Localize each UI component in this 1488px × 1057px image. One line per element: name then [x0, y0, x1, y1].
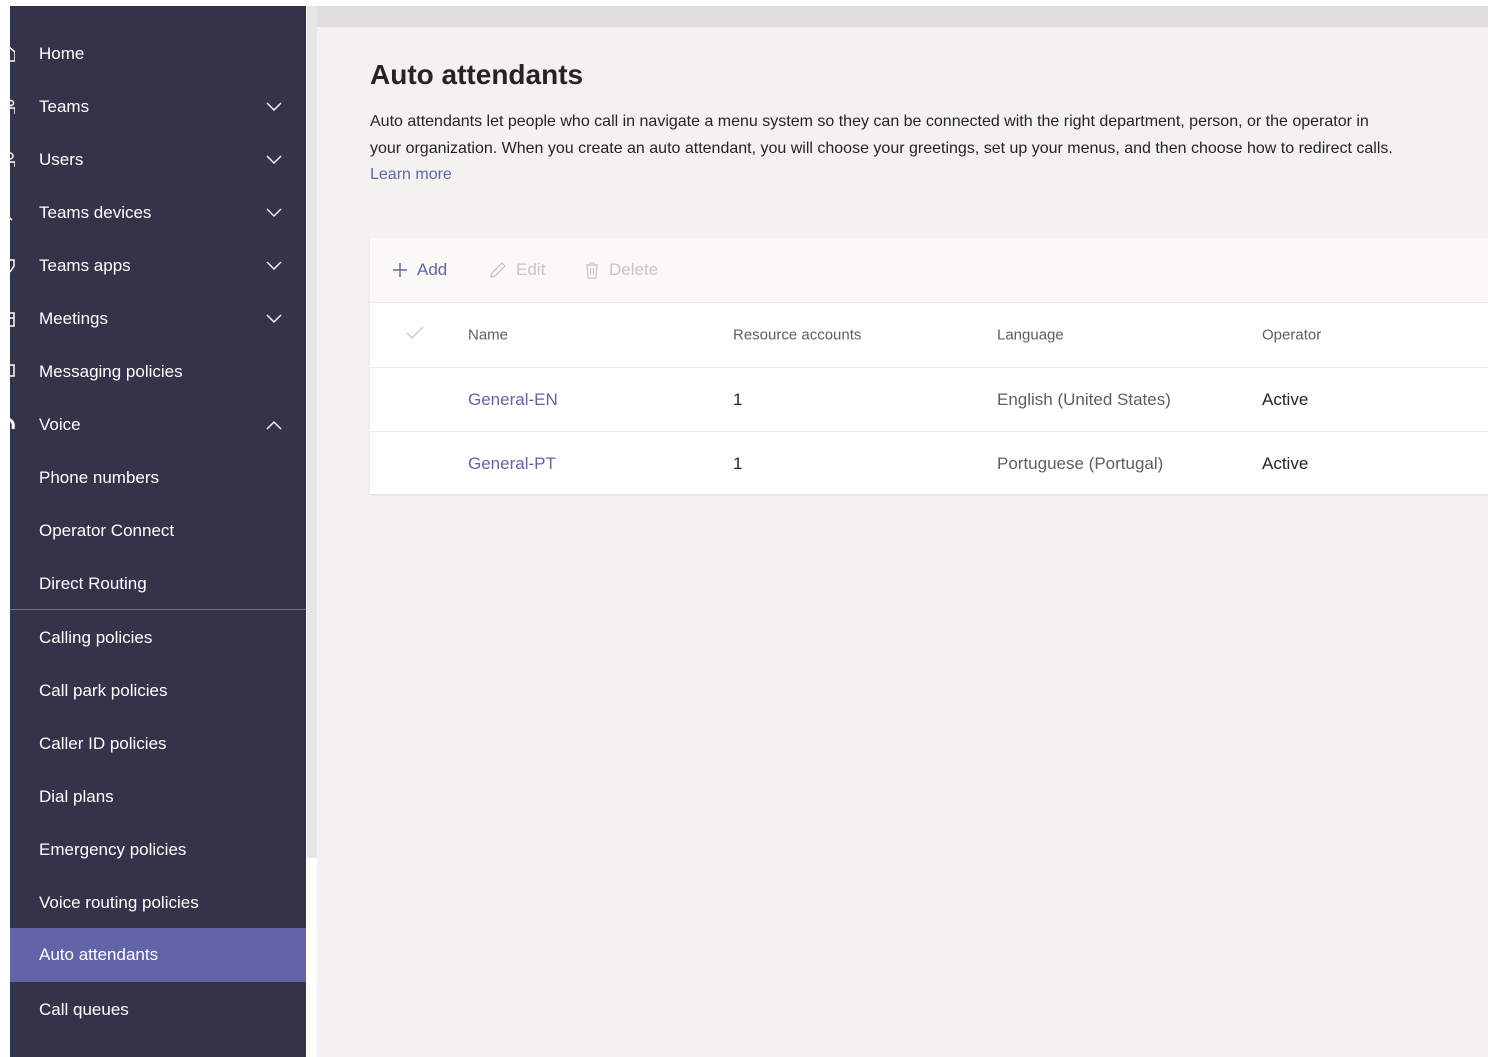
sidebar-item-label: Teams apps — [39, 255, 131, 275]
page-title: Auto attendants — [370, 59, 584, 90]
table-row[interactable]: General-EN 1 English (United States) Act… — [370, 368, 1488, 432]
sidebar-item-teams-apps[interactable]: Teams apps — [10, 239, 306, 292]
sidebar-item-label: Dial plans — [39, 786, 114, 806]
sidebar-item-home[interactable]: Home — [10, 27, 306, 80]
sidebar-item-voice-routing-policies[interactable]: Voice routing policies — [10, 876, 306, 929]
add-label: Add — [417, 260, 448, 279]
calendar-icon — [10, 311, 15, 327]
sidebar-item-label: Operator Connect — [39, 520, 175, 540]
attendant-name-link[interactable]: General-PT — [468, 454, 556, 474]
select-all-checkmark-icon[interactable] — [406, 326, 424, 340]
delete-label: Delete — [609, 260, 659, 279]
page-description: Auto attendants let people who call in n… — [370, 109, 1400, 189]
chevron-down-icon[interactable] — [266, 155, 282, 165]
toolbar: Add Edit Delete — [370, 238, 1488, 303]
sidebar-item-label: Auto attendants — [39, 945, 159, 964]
sidebar-item-label: Call park policies — [39, 680, 168, 700]
sidebar-item-users[interactable]: Users — [10, 133, 306, 186]
delete-button[interactable]: Delete — [584, 258, 658, 282]
chevron-down-icon[interactable] — [266, 208, 282, 218]
main-content: Auto attendants Auto attendants let peop… — [317, 27, 1488, 1057]
table-header: Name Resource accounts Language Operator — [370, 303, 1488, 368]
sidebar-item-meetings[interactable]: Meetings — [10, 292, 306, 345]
sidebar-item-label: Call queues — [39, 999, 129, 1019]
sidebar-item-label: Direct Routing — [39, 573, 147, 593]
operator-cell: Active — [1262, 453, 1309, 473]
learn-more-link[interactable]: Learn more — [370, 166, 452, 183]
chat-icon — [10, 363, 15, 377]
add-button[interactable]: Add — [392, 258, 447, 282]
sidebar-item-direct-routing[interactable]: Direct Routing — [10, 557, 306, 610]
edit-button[interactable]: Edit — [489, 258, 545, 282]
sidebar-item-label: Phone numbers — [39, 467, 160, 487]
home-icon — [10, 46, 15, 62]
sidebar-item-phone-numbers[interactable]: Phone numbers — [10, 451, 306, 504]
sidebar-item-label: Teams — [39, 96, 90, 116]
page-description-text: Auto attendants let people who call in n… — [370, 113, 1393, 157]
sidebar-item-teams-devices[interactable]: Teams devices — [10, 186, 306, 239]
sidebar-divider — [10, 609, 306, 610]
sidebar-item-label: Home — [39, 43, 85, 63]
pencil-icon — [490, 262, 506, 278]
sidebar-item-messaging-policies[interactable]: Messaging policies — [10, 345, 306, 398]
auto-attendants-card: Add Edit Delete Name Resource accounts L… — [370, 238, 1488, 494]
attendant-name-link[interactable]: General-EN — [468, 390, 558, 410]
sidebar-item-dial-plans[interactable]: Dial plans — [10, 770, 306, 823]
main-scrollbar-thumb[interactable] — [307, 6, 317, 858]
sidebar-item-label: Voice — [39, 414, 81, 434]
sidebar-item-emergency-policies[interactable]: Emergency policies — [10, 823, 306, 876]
column-header-name[interactable]: Name — [468, 327, 508, 344]
sidebar-item-call-queues[interactable]: Call queues — [10, 983, 306, 1036]
chevron-down-icon[interactable] — [266, 261, 282, 271]
sidebar-item-voice[interactable]: Voice — [10, 398, 306, 451]
chevron-down-icon[interactable] — [266, 102, 282, 112]
resource-accounts-cell: 1 — [733, 453, 743, 473]
operator-cell: Active — [1262, 389, 1309, 409]
sidebar-item-auto-attendants[interactable]: Auto attendants — [10, 928, 306, 982]
sidebar-item-label: Emergency policies — [39, 839, 187, 859]
chevron-up-icon[interactable] — [266, 420, 282, 430]
sidebar-nav: Home Teams Users Teams devices Teams app… — [10, 6, 306, 1057]
sidebar-item-label: Messaging policies — [39, 361, 183, 381]
column-header-operator[interactable]: Operator — [1262, 327, 1321, 344]
sidebar-item-label: Caller ID policies — [39, 733, 167, 753]
chevron-down-icon[interactable] — [266, 314, 282, 324]
edit-label: Edit — [516, 260, 546, 279]
table-row[interactable]: General-PT 1 Portuguese (Portugal) Activ… — [370, 432, 1488, 495]
column-header-language[interactable]: Language — [997, 327, 1064, 344]
sidebar-item-teams[interactable]: Teams — [10, 80, 306, 133]
language-cell: Portuguese (Portugal) — [997, 453, 1164, 473]
resource-accounts-cell: 1 — [733, 389, 743, 409]
sidebar-item-caller-id-policies[interactable]: Caller ID policies — [10, 717, 306, 770]
apps-icon — [10, 258, 15, 272]
sidebar-item-operator-connect[interactable]: Operator Connect — [10, 504, 306, 557]
sidebar-item-label: Teams devices — [39, 202, 152, 222]
top-bar — [317, 6, 1488, 27]
sidebar-item-calling-policies[interactable]: Calling policies — [10, 611, 306, 664]
phone-icon — [10, 417, 15, 429]
sidebar-item-label: Meetings — [39, 308, 108, 328]
devices-icon — [10, 216, 13, 221]
teams-icon — [10, 99, 15, 114]
trash-icon — [586, 262, 598, 279]
language-cell: English (United States) — [997, 389, 1171, 409]
sidebar-item-label: Voice routing policies — [39, 892, 199, 912]
left-gutter — [0, 0, 10, 1057]
sidebar-item-label: Calling policies — [39, 627, 153, 647]
sidebar-item-call-park-policies[interactable]: Call park policies — [10, 664, 306, 717]
column-header-resource-accounts[interactable]: Resource accounts — [733, 327, 861, 344]
users-icon — [10, 151, 15, 167]
sidebar-item-label: Users — [39, 149, 84, 169]
plus-icon — [393, 263, 407, 277]
